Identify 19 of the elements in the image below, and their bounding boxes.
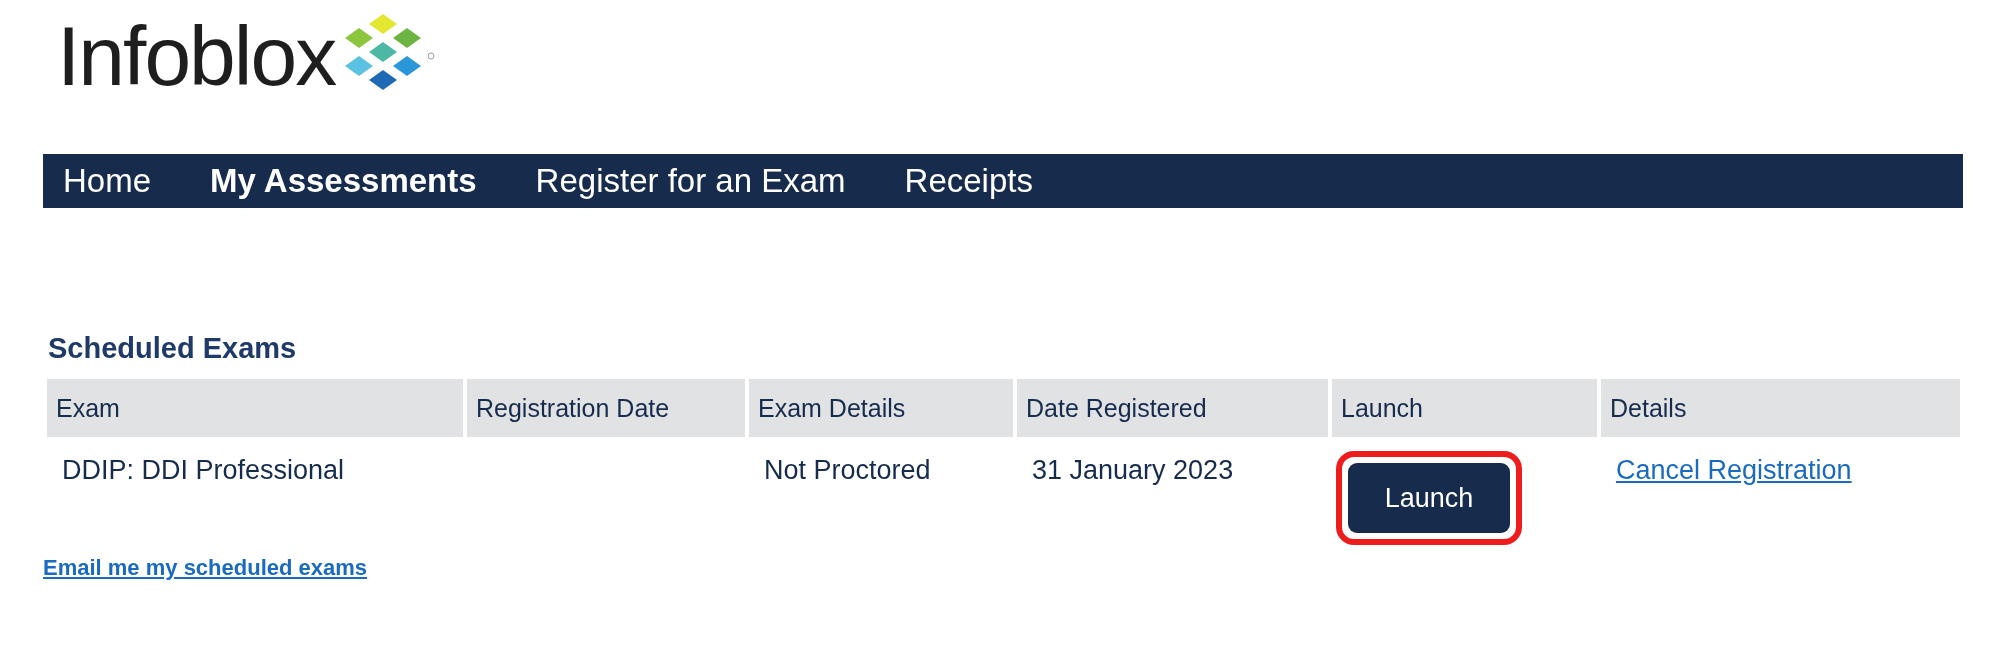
- nav-tab[interactable]: Receipts: [884, 162, 1053, 200]
- section-title: Scheduled Exams: [48, 331, 298, 366]
- nav-tab[interactable]: Register for an Exam: [515, 162, 866, 200]
- column-header: Launch: [1332, 379, 1597, 437]
- table-cell: 31 January 2023: [1032, 455, 1234, 485]
- launch-button[interactable]: Launch: [1348, 463, 1510, 533]
- column-header: Exam Details: [749, 379, 1013, 437]
- nav-tab[interactable]: My Assessments: [190, 162, 497, 200]
- email-link[interactable]: Email me my scheduled exams: [43, 555, 368, 581]
- nav-tab[interactable]: Home: [43, 162, 172, 200]
- column-header: Details: [1601, 379, 1960, 437]
- table-cell: Not Proctored: [764, 455, 931, 485]
- column-header: Exam: [47, 379, 463, 437]
- column-header: Registration Date: [467, 379, 745, 437]
- table-cell: DDIP: DDI Professional: [62, 455, 345, 485]
- logo-text: Infoblox: [57, 14, 336, 98]
- logo-icon: [345, 12, 438, 92]
- column-header: Date Registered: [1017, 379, 1328, 437]
- cancel-registration-link[interactable]: Cancel Registration: [1616, 455, 1852, 485]
